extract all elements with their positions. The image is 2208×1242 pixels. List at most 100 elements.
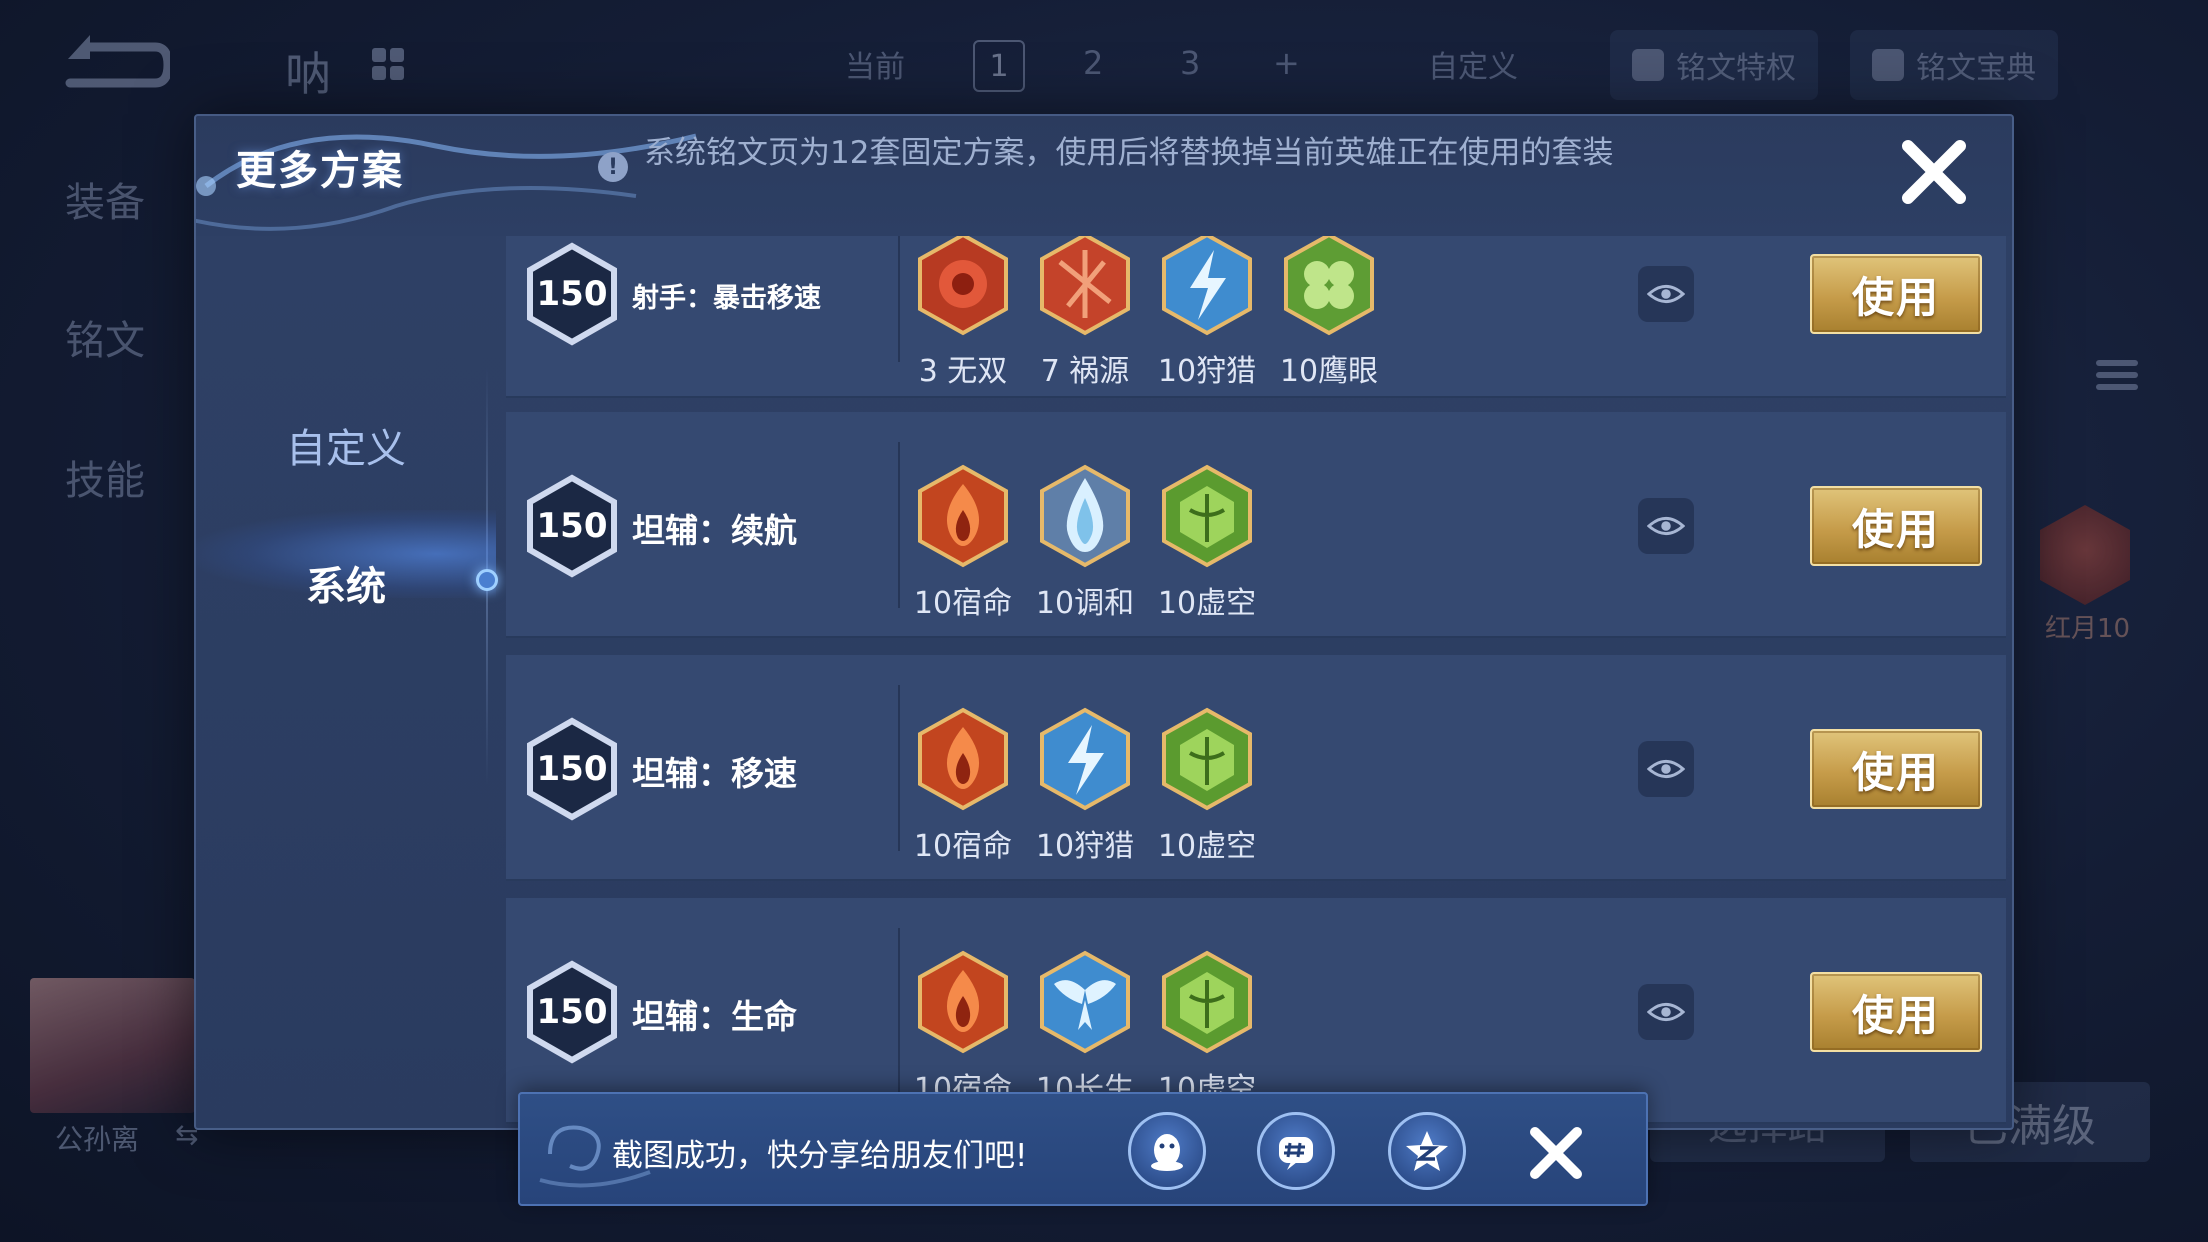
rune-label: 10鹰眼 [1279, 354, 1379, 389]
preset-name: 坦辅：移速 [632, 754, 797, 793]
rune-item[interactable]: 10虚空 [1158, 950, 1256, 1108]
level-badge: 150 [526, 242, 618, 346]
hero-portrait[interactable] [30, 978, 195, 1113]
info-icon: ! [598, 152, 628, 182]
lightning-icon [1160, 236, 1254, 336]
rune-label: 10虚空 [1157, 586, 1257, 621]
level-badge: 150 [526, 960, 618, 1064]
level-value: 150 [536, 749, 608, 789]
preset-list[interactable]: 150 射手：暴击移速 3 无双 7 祸源 10狩猎 10鹰眼 使用 150 坦… [506, 236, 2012, 1128]
rune-list: 3 无双 7 祸源 10狩猎 10鹰眼 [916, 236, 1379, 390]
rune-item[interactable]: 10宿命 [913, 707, 1013, 865]
use-preset-button[interactable]: 使用 [1810, 972, 1982, 1052]
leaf-icon [1160, 464, 1254, 568]
level-value: 150 [536, 506, 608, 546]
use-preset-button[interactable]: 使用 [1810, 254, 1982, 334]
rune-privilege-button[interactable]: 铭文特权 [1610, 30, 1818, 100]
rune-list: 10宿命 10长生 10虚空 [914, 950, 1256, 1108]
book-icon [1872, 49, 1904, 81]
rune-item[interactable]: 10长生 [1036, 950, 1134, 1108]
preview-eye-icon[interactable] [1638, 498, 1694, 554]
row-divider [898, 928, 900, 1094]
rune-label: 10宿命 [913, 829, 1013, 864]
rune-label: 10虚空 [1157, 829, 1257, 864]
rune-codex-label: 铭文宝典 [1916, 51, 2036, 86]
sidebar-item-custom[interactable]: 自定义 [196, 416, 496, 474]
page-tab-3[interactable]: 3 [1180, 44, 1200, 82]
preset-name: 射手：暴击移速 [632, 283, 821, 314]
preset-sidebar: 自定义 系统 [196, 236, 498, 1128]
preset-row: 150 射手：暴击移速 3 无双 7 祸源 10狩猎 10鹰眼 使用 [506, 236, 2006, 398]
rune-item[interactable]: 3 无双 [916, 236, 1010, 390]
wing-icon [1038, 950, 1132, 1054]
preset-row: 150 坦辅：移速 10宿命 10狩猎 10虚空 使用 [506, 655, 2006, 881]
use-preset-button[interactable]: 使用 [1810, 729, 1982, 809]
leaf-icon [1160, 707, 1254, 811]
screenshot-share-toast: 截图成功，快分享给朋友们吧! [518, 1092, 1648, 1206]
rune-codex-button[interactable]: 铭文宝典 [1850, 30, 2058, 100]
menu-icon[interactable] [2096, 360, 2138, 390]
rune-privilege-label: 铭文特权 [1676, 51, 1796, 86]
preset-name: 坦辅：续航 [632, 511, 797, 550]
rune-item[interactable]: 10狩猎 [1157, 236, 1257, 390]
rune-item[interactable]: 10狩猎 [1035, 707, 1135, 865]
sidebar-item-system[interactable]: 系统 [196, 554, 496, 612]
wechat-icon[interactable] [1257, 1112, 1335, 1190]
dialog-title: 更多方案 [236, 148, 404, 194]
rune-item[interactable]: 10调和 [1035, 464, 1135, 622]
lightning-icon [1038, 707, 1132, 811]
preview-eye-icon[interactable] [1638, 741, 1694, 797]
close-icon[interactable] [1525, 1122, 1587, 1184]
rune-item[interactable]: 7 祸源 [1038, 236, 1132, 390]
clover-icon [1282, 236, 1376, 336]
rune-label: 10调和 [1035, 586, 1135, 621]
drop-icon [1038, 464, 1132, 568]
left-tab-equipment[interactable]: 装备 [65, 170, 145, 228]
row-divider [898, 685, 900, 851]
row-divider [898, 236, 900, 362]
preset-row: 150 坦辅：续航 10宿命 10调和 10虚空 使用 [506, 412, 2006, 638]
shard-icon [1038, 236, 1132, 336]
current-label: 当前 [845, 50, 905, 85]
more-presets-dialog: 更多方案 ! 系统铭文页为12套固定方案，使用后将替换掉当前英雄正在使用的套装 … [194, 114, 2014, 1130]
active-indicator-dot [476, 569, 498, 591]
use-preset-button[interactable]: 使用 [1810, 486, 1982, 566]
qzone-icon[interactable] [1388, 1112, 1466, 1190]
custom-tab[interactable]: 自定义 [1428, 42, 1518, 86]
preview-eye-icon[interactable] [1638, 984, 1694, 1040]
rune-list: 10宿命 10调和 10虚空 [914, 464, 1257, 622]
rune-item[interactable]: 10宿命 [914, 464, 1012, 622]
left-tab-runes[interactable]: 铭文 [65, 308, 145, 366]
hero-name: 呐 [285, 47, 331, 101]
back-arrow-icon[interactable] [60, 35, 173, 95]
page-tab-2[interactable]: 2 [1083, 44, 1103, 82]
close-icon[interactable] [1896, 134, 1972, 210]
rune-item[interactable]: 10宿命 [914, 950, 1012, 1108]
level-badge: 150 [526, 717, 618, 821]
level-value: 150 [536, 274, 608, 314]
rune-label: 10狩猎 [1035, 829, 1135, 864]
flame-icon [916, 950, 1010, 1054]
qq-icon[interactable] [1128, 1112, 1206, 1190]
level-badge: 150 [526, 474, 618, 578]
add-page-button[interactable]: + [1273, 44, 1300, 82]
rune-item[interactable]: 10虚空 [1157, 464, 1257, 622]
rune-label: 10狩猎 [1157, 354, 1257, 389]
grid-icon[interactable] [372, 48, 404, 80]
preset-row: 150 坦辅：生命 10宿命 10长生 10虚空 使用 [506, 898, 2006, 1124]
rune-item[interactable]: 10鹰眼 [1279, 236, 1379, 390]
page-tab-1[interactable]: 1 [973, 40, 1025, 92]
dialog-header [196, 116, 2012, 236]
side-rune-label: 红月10 [2045, 614, 2131, 644]
portrait-name: 公孙离 [55, 1123, 140, 1156]
flame-icon [916, 464, 1010, 568]
red-moon-rune-icon[interactable] [2040, 505, 2130, 605]
rune-label: 3 无双 [918, 354, 1008, 389]
rune-label: 7 祸源 [1040, 354, 1130, 389]
preview-eye-icon[interactable] [1638, 266, 1694, 322]
left-tab-skills[interactable]: 技能 [65, 448, 145, 506]
rune-item[interactable]: 10虚空 [1157, 707, 1257, 865]
flame-icon [916, 707, 1010, 811]
notice-text: 系统铭文页为12套固定方案，使用后将替换掉当前英雄正在使用的套装 [644, 135, 1614, 171]
rose-icon [916, 236, 1010, 336]
